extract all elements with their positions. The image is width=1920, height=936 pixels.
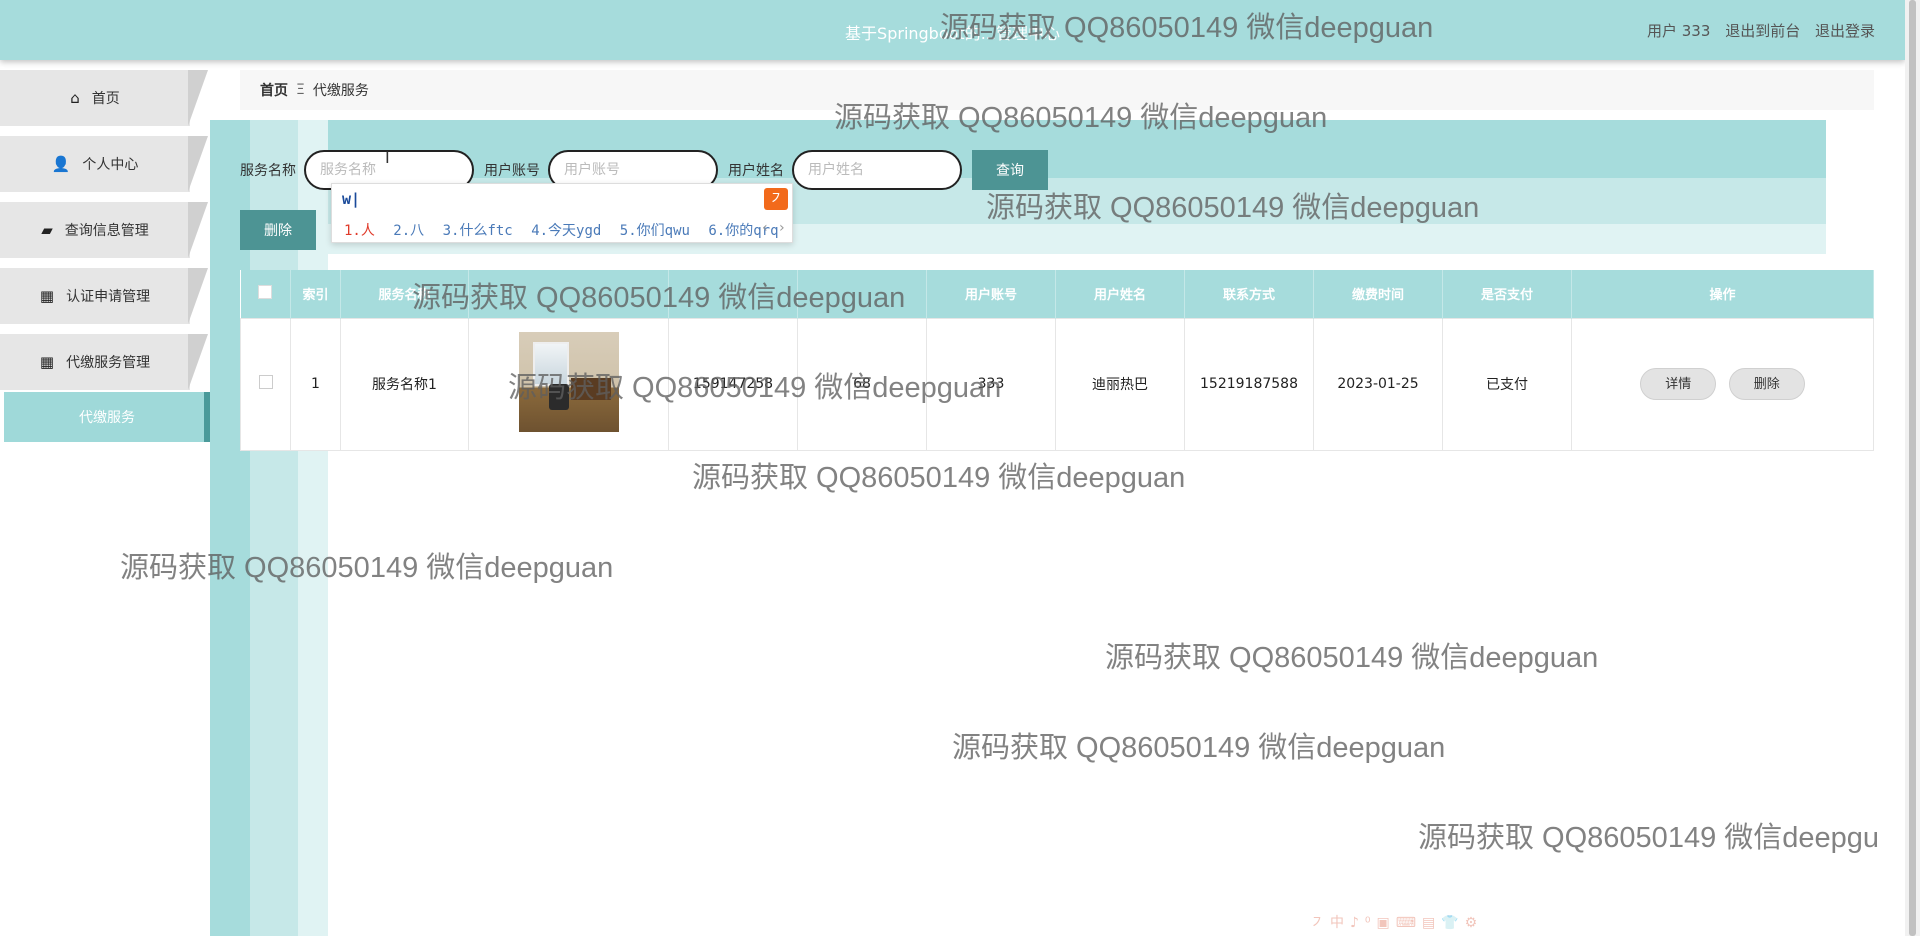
row-delete-button[interactable]: 删除	[1728, 368, 1805, 400]
user-account-label: 用户账号	[484, 163, 540, 179]
sidebar-item-personal-center[interactable]: 👤 个人中心	[0, 136, 210, 192]
ime-candidate[interactable]: 2.八	[393, 223, 424, 239]
sidebar-subitem-payment-service[interactable]: 代缴服务	[4, 392, 210, 442]
watermark-text: 源码获取 QQ86050149 微信deepguan	[952, 732, 1446, 764]
ime-candidate-popup: w| ㇇ 1.人 2.八 3.什么ftc 4.今天ygd 5.你们qwu 6.你…	[331, 183, 793, 243]
actions-cell: 详情 删除	[1571, 317, 1874, 451]
column-header: 联系方式	[1184, 270, 1314, 318]
column-header: 用户账号	[926, 270, 1056, 318]
table-cell: 159147258	[668, 317, 798, 451]
watermark-text: 源码获取 QQ86050149 微信deepguan	[1105, 642, 1599, 674]
column-header: 用户姓名	[1055, 270, 1185, 318]
column-header	[797, 270, 927, 318]
column-header	[668, 270, 798, 318]
menu-slant-decoration	[188, 202, 208, 258]
column-header: 索引	[290, 270, 341, 318]
breadcrumb-current: 代缴服务	[312, 83, 369, 99]
ime-page-nav-icon[interactable]: ‹ ›	[761, 220, 786, 236]
menu-slant-decoration	[188, 334, 208, 390]
current-user-label: 用户 333	[1647, 22, 1711, 40]
paid-status-cell: 已支付	[1442, 317, 1572, 451]
sidebar-item-query-info[interactable]: ▰ 查询信息管理	[0, 202, 210, 258]
ime-candidate[interactable]: 3.什么ftc	[443, 223, 513, 239]
row-checkbox[interactable]	[258, 375, 273, 389]
sidebar-item-label: 个人中心	[82, 157, 139, 173]
ime-candidate[interactable]: 5.你们qwu	[620, 223, 690, 239]
sidebar: ⌂ 首页 👤 个人中心 ▰ 查询信息管理 ▦ 认证申请管理 ▦ 代缴服务管理 代缴服务	[0, 60, 210, 936]
column-header: 操作	[1571, 270, 1874, 318]
to-front-link[interactable]: 退出到前台	[1725, 22, 1800, 40]
select-all-checkbox[interactable]	[258, 284, 273, 299]
query-button[interactable]: 查询	[972, 150, 1048, 190]
service-name-label: 服务名称	[240, 163, 296, 179]
ime-logo-icon: ㇇	[764, 188, 788, 210]
ime-candidate[interactable]: 4.今天ygd	[531, 223, 601, 239]
service-thumbnail-image	[518, 332, 619, 432]
user-name-label: 用户姓名	[728, 163, 784, 179]
sidebar-item-home[interactable]: ⌂ 首页	[0, 70, 210, 126]
table-row: 1 服务名称1 159147258 68 333 迪丽热巴 1521918758…	[240, 317, 1874, 451]
row-select-cell	[240, 317, 291, 451]
detail-button[interactable]: 详情	[1640, 368, 1717, 400]
pay-time-cell: 2023-01-25	[1313, 317, 1443, 451]
table-header-row: 索引 服务名称 用户账号 用户姓名 联系方式 缴费时间 是否支付 操作	[240, 270, 1874, 318]
table-cell: 68	[797, 317, 927, 451]
grid-icon: ▦	[39, 287, 55, 305]
user-name-input[interactable]	[792, 150, 962, 190]
user-name-cell: 迪丽热巴	[1055, 317, 1185, 451]
menu-slant-decoration	[188, 70, 208, 126]
sidebar-item-label: 查询信息管理	[64, 223, 149, 239]
image-cell	[468, 317, 669, 451]
logout-link[interactable]: 退出登录	[1815, 22, 1875, 40]
sidebar-item-label: 认证申请管理	[66, 289, 151, 305]
sidebar-item-label: 首页	[91, 91, 120, 107]
breadcrumb-home[interactable]: 首页	[260, 80, 288, 100]
sidebar-item-certification[interactable]: ▦ 认证申请管理	[0, 268, 210, 324]
column-header: 服务名称	[340, 270, 469, 318]
user-area: 用户 333 退出到前台 退出登录	[1647, 20, 1875, 41]
ime-candidate[interactable]: 1.人	[344, 223, 375, 239]
text-cursor-icon: I	[385, 148, 390, 167]
menu-slant-decoration	[188, 136, 208, 192]
ime-typed-text: w|	[342, 190, 361, 208]
app-title: 基于Springboot的...管理中心	[845, 24, 1060, 43]
grid-icon: ▦	[39, 353, 55, 371]
index-cell: 1	[290, 317, 341, 451]
sidebar-item-payment-service-mgmt[interactable]: ▦ 代缴服务管理	[0, 334, 210, 390]
menu-slant-decoration	[188, 268, 208, 324]
breadcrumb-separator: Ξ	[296, 82, 305, 98]
watermark-text: 源码获取 QQ86050149 微信deepguan	[692, 462, 1186, 494]
column-header: 缴费时间	[1313, 270, 1443, 318]
user-account-cell: 333	[926, 317, 1056, 451]
top-header: 基于Springboot的...管理中心 用户 333 退出到前台 退出登录	[0, 0, 1905, 60]
ime-candidates: 1.人 2.八 3.什么ftc 4.今天ygd 5.你们qwu 6.你的qrq	[344, 220, 789, 240]
batch-delete-button[interactable]: 删除	[240, 210, 316, 250]
phone-cell: 15219187588	[1184, 317, 1314, 451]
ime-status-toolbar: ㇇中♪⁰▣⌨▤👕⚙	[1310, 915, 1484, 931]
sidebar-item-label: 代缴服务管理	[66, 355, 151, 371]
service-name-cell: 服务名称1	[340, 317, 469, 451]
column-header: 是否支付	[1442, 270, 1572, 318]
watermark-text: 源码获取 QQ86050149 微信deepgu	[1418, 822, 1880, 854]
data-table: 索引 服务名称 用户账号 用户姓名 联系方式 缴费时间 是否支付 操作 1 服务…	[240, 270, 1874, 451]
breadcrumb: 首页 Ξ 代缴服务	[240, 70, 1874, 110]
page-scrollbar[interactable]	[1905, 0, 1920, 936]
select-all-header	[240, 270, 291, 318]
user-icon: 👤	[51, 155, 71, 173]
home-icon: ⌂	[70, 89, 80, 107]
ticket-icon: ▰	[41, 221, 53, 239]
column-header	[468, 270, 669, 318]
scrollbar-thumb[interactable]	[1909, 0, 1916, 936]
